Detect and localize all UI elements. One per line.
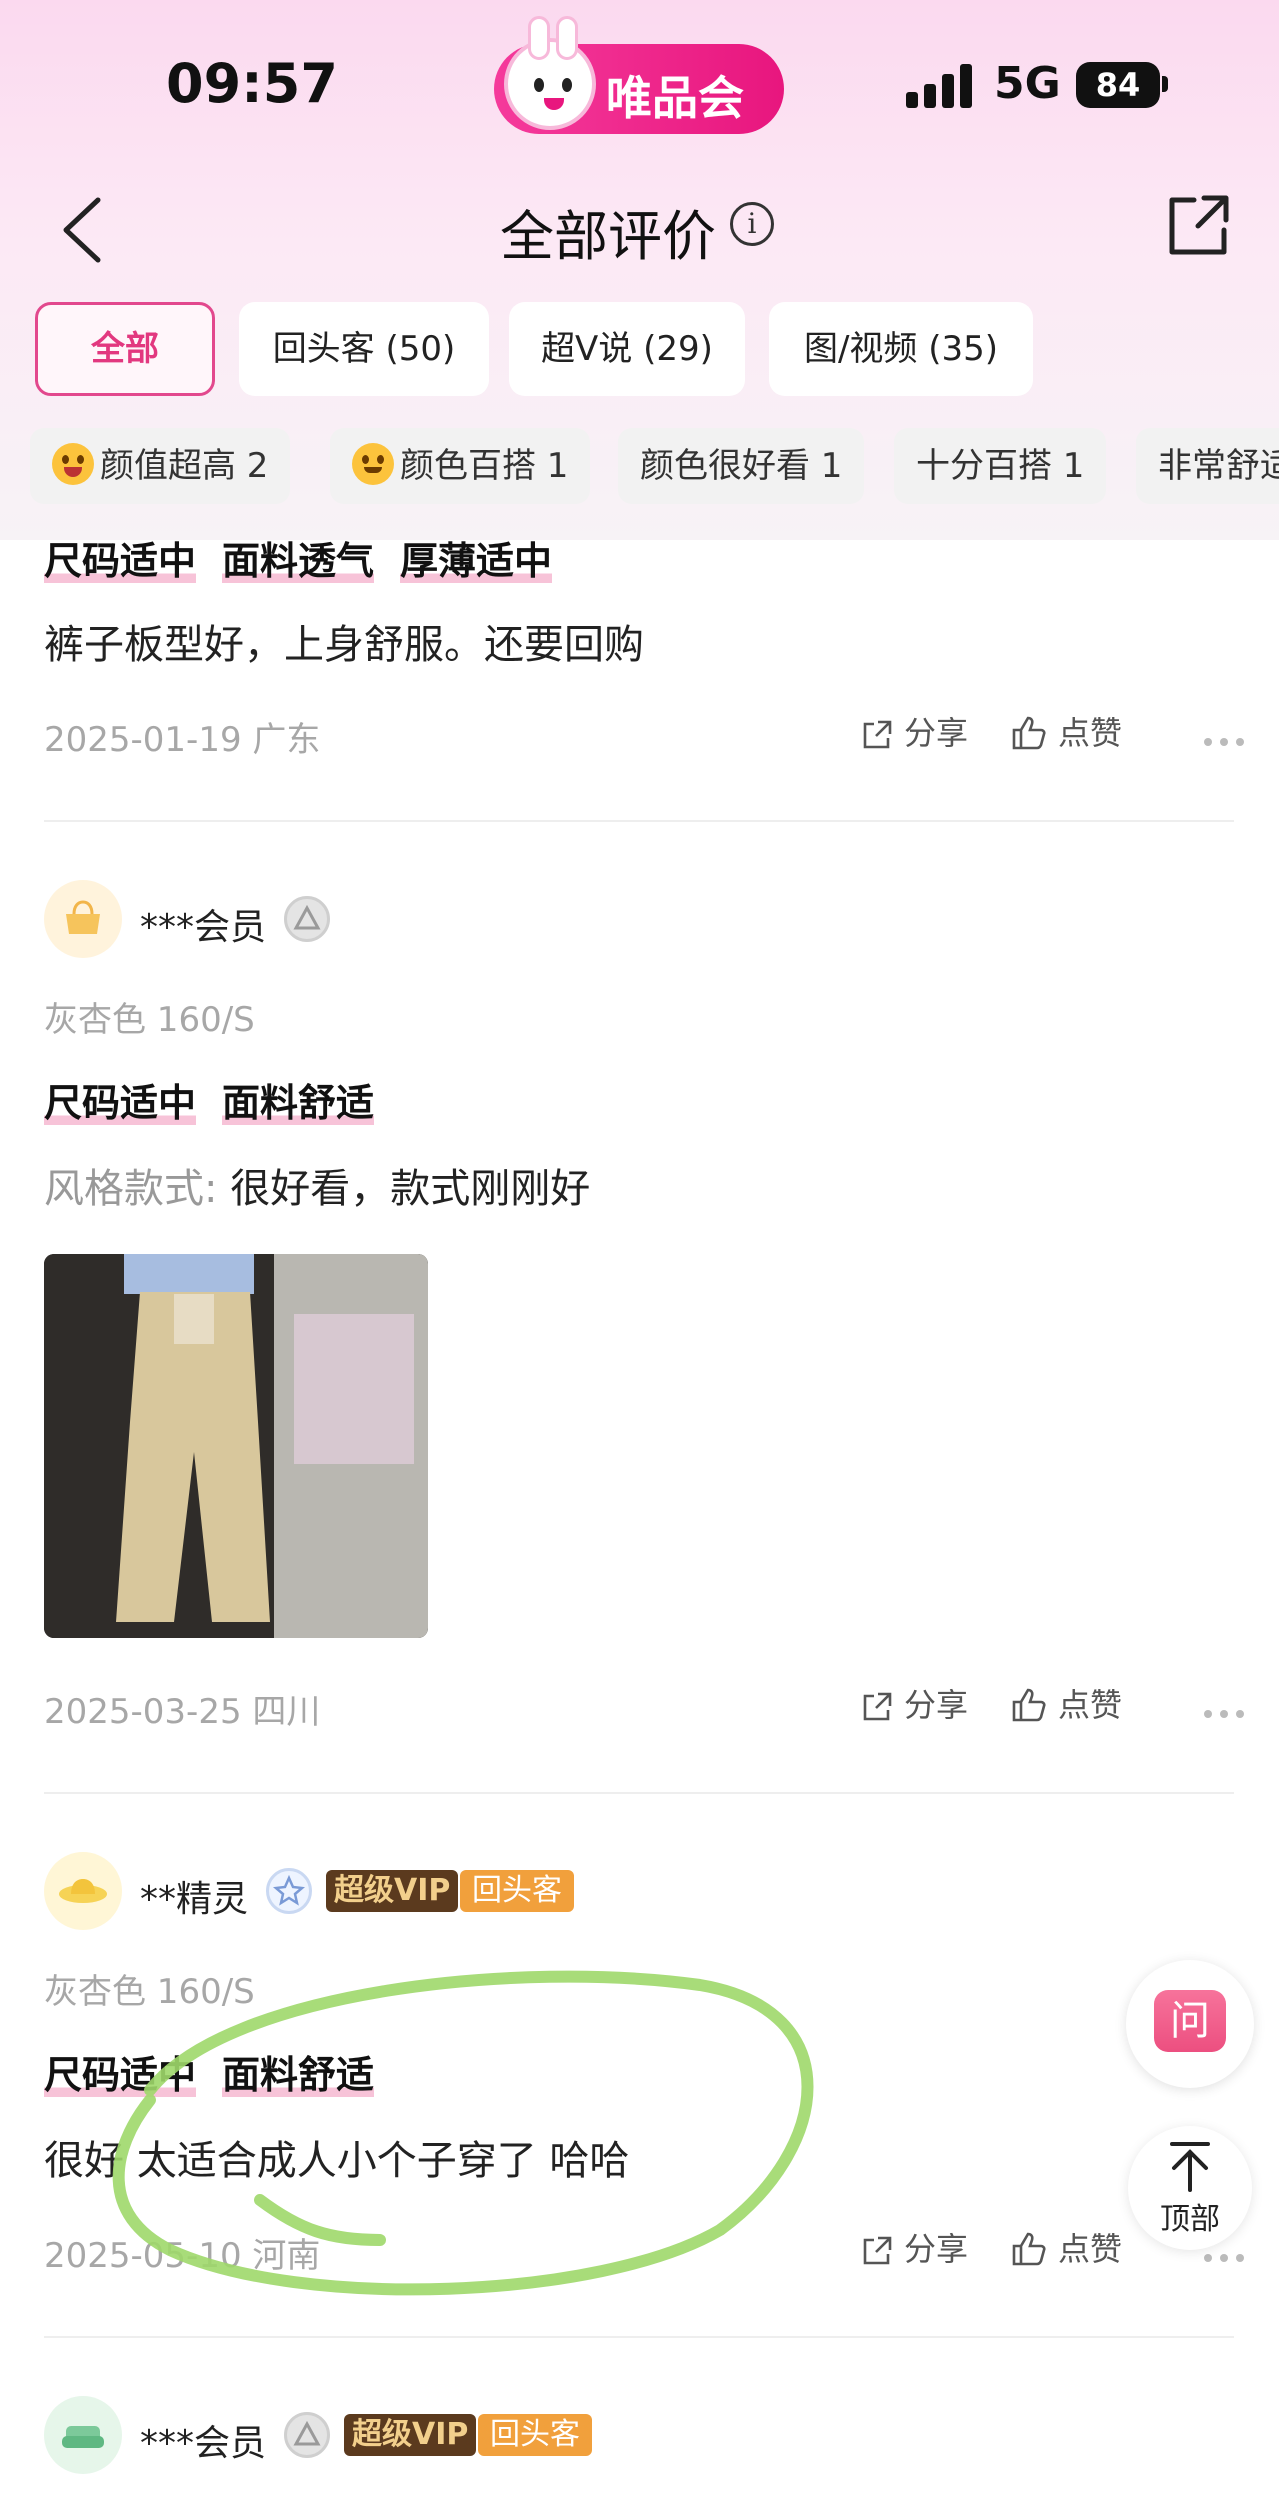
like-label: 点赞 bbox=[1058, 1686, 1123, 1724]
tag-chip[interactable]: 颜值超高 2 bbox=[30, 428, 291, 504]
review-date-location: 2025-03-25 四川 bbox=[44, 1692, 321, 1732]
hat-icon bbox=[59, 1879, 107, 1903]
like-label: 点赞 bbox=[1058, 714, 1123, 752]
battery-icon: 84 bbox=[1076, 62, 1160, 108]
tab-photo-video[interactable]: 图/视频 (35) bbox=[769, 302, 1033, 396]
arrow-up-icon bbox=[1170, 2142, 1210, 2192]
share-label: 分享 bbox=[904, 2230, 969, 2268]
review-tag: 面料舒适 bbox=[222, 1081, 375, 1125]
ask-label: 问 bbox=[1154, 1990, 1226, 2052]
review-spec: 灰杏色 160/S bbox=[44, 1000, 255, 1040]
share-icon bbox=[863, 1692, 892, 1721]
back-button[interactable] bbox=[52, 190, 112, 270]
like-label: 点赞 bbox=[1058, 2230, 1123, 2268]
thumbs-up-icon bbox=[1012, 2232, 1046, 2266]
handbag-icon bbox=[66, 900, 100, 934]
tag-chip[interactable]: 十分百搭 1 bbox=[894, 428, 1107, 504]
top-header: 09:57 唯品会 5G 84 全部评价 i 全部 回头客 (50) 超V说 (… bbox=[0, 0, 1279, 540]
tag-chip[interactable]: 颜色百搭 1 bbox=[330, 428, 591, 504]
review-spec: 灰杏色 160/S bbox=[44, 1972, 255, 2012]
divider bbox=[44, 1792, 1234, 1794]
tab-all[interactable]: 全部 bbox=[35, 302, 215, 396]
share-button[interactable]: 分享 bbox=[860, 708, 968, 758]
tag-chip-row[interactable]: 颜值超高 2 颜色百搭 1 颜色很好看 1 十分百搭 1 非常舒适 bbox=[0, 428, 1279, 508]
member-level-icon bbox=[284, 2412, 330, 2458]
username: ***会员 bbox=[140, 2423, 267, 2464]
username: **精灵 bbox=[140, 1879, 249, 1920]
returning-customer-badge: 回头客 bbox=[478, 2414, 592, 2456]
smile-emoji-icon bbox=[352, 443, 394, 485]
review-text: 很好 太适合成人小个子穿了 哈哈 bbox=[44, 2138, 630, 2184]
returning-customer-badge: 回头客 bbox=[460, 1870, 574, 1912]
battery-tip bbox=[1162, 76, 1168, 92]
share-button[interactable]: 分享 bbox=[860, 2224, 968, 2274]
share-icon bbox=[863, 2236, 892, 2265]
like-button[interactable]: 点赞 bbox=[1010, 1680, 1122, 1730]
avatar[interactable] bbox=[44, 1852, 122, 1930]
page-title: 全部评价 bbox=[500, 205, 716, 268]
review-date-location: 2025-05-10 河南 bbox=[44, 2236, 321, 2276]
brand-name: 唯品会 bbox=[606, 71, 744, 125]
rabbit-mascot-icon bbox=[504, 16, 596, 130]
review-tags: 尺码适中 面料舒适 bbox=[44, 2044, 400, 2099]
laughing-emoji-icon bbox=[52, 443, 94, 485]
review-tag: 面料透气 bbox=[222, 539, 375, 583]
back-to-top-label: 顶部 bbox=[1160, 2202, 1220, 2237]
status-time: 09:57 bbox=[166, 52, 338, 115]
review-tag: 尺码适中 bbox=[44, 1081, 197, 1125]
review-text-prefix: 风格款式: bbox=[44, 1166, 218, 1212]
like-button[interactable]: 点赞 bbox=[1010, 708, 1122, 758]
more-options-button[interactable] bbox=[1204, 732, 1248, 752]
review-tag: 厚薄适中 bbox=[400, 539, 553, 583]
review-tag: 尺码适中 bbox=[44, 2053, 197, 2097]
tag-chip[interactable]: 颜色很好看 1 bbox=[618, 428, 865, 504]
tag-chip[interactable]: 非常舒适 bbox=[1136, 428, 1279, 504]
sofa-icon bbox=[62, 2426, 104, 2448]
share-icon bbox=[1169, 195, 1229, 255]
share-label: 分享 bbox=[904, 1686, 969, 1724]
info-icon[interactable]: i bbox=[730, 202, 774, 246]
review-text-body: 很好看，款式刚刚好 bbox=[230, 1166, 591, 1212]
review-tags: 尺码适中 面料舒适 bbox=[44, 1072, 400, 1127]
username: ***会员 bbox=[140, 907, 267, 948]
divider bbox=[44, 2336, 1234, 2338]
network-type: 5G bbox=[994, 58, 1061, 109]
review-text: 风格款式: 很好看，款式刚刚好 bbox=[44, 1156, 590, 1214]
tag-chip-label: 颜值超高 2 bbox=[100, 446, 269, 486]
tag-chip-label: 颜色百搭 1 bbox=[400, 446, 569, 486]
chevron-left-icon bbox=[63, 197, 101, 263]
tag-chip-label: 十分百搭 1 bbox=[916, 446, 1085, 486]
avatar[interactable] bbox=[44, 880, 122, 958]
vip-badge: 超级VIP bbox=[326, 1870, 459, 1912]
back-to-top-button[interactable]: 顶部 bbox=[1128, 2126, 1252, 2250]
more-options-button[interactable] bbox=[1204, 1704, 1248, 1724]
review-tag: 面料舒适 bbox=[222, 2053, 375, 2097]
avatar[interactable] bbox=[44, 2396, 122, 2474]
review-photo[interactable] bbox=[44, 1254, 428, 1638]
member-level-icon bbox=[266, 1868, 312, 1914]
thumbs-up-icon bbox=[1012, 1688, 1046, 1722]
tab-returning-customers[interactable]: 回头客 (50) bbox=[239, 302, 489, 396]
divider bbox=[44, 820, 1234, 822]
review-tag: 尺码适中 bbox=[44, 539, 197, 583]
review-date-location: 2025-01-19 广东 bbox=[44, 720, 321, 760]
share-label: 分享 bbox=[904, 714, 969, 752]
thumbs-up-icon bbox=[1012, 716, 1046, 750]
vip-badge: 超级VIP bbox=[344, 2414, 477, 2456]
ask-question-button[interactable]: 问 bbox=[1126, 1960, 1254, 2088]
member-level-icon bbox=[284, 896, 330, 942]
like-button[interactable]: 点赞 bbox=[1010, 2224, 1122, 2274]
tag-chip-label: 非常舒适 bbox=[1158, 446, 1279, 486]
share-button[interactable]: 分享 bbox=[860, 1680, 968, 1730]
share-icon bbox=[863, 720, 892, 749]
review-text: 裤子板型好，上身舒服。还要回购 bbox=[44, 622, 644, 668]
tag-chip-label: 颜色很好看 1 bbox=[640, 446, 843, 486]
tab-super-v[interactable]: 超V说 (29) bbox=[509, 302, 745, 396]
signal-icon bbox=[906, 64, 972, 108]
share-page-button[interactable] bbox=[1164, 190, 1234, 260]
reviews-page: 尺码适中 面料透气 厚薄适中 裤子板型好，上身舒服。还要回购 2025-01-19 … bbox=[0, 0, 1279, 2497]
more-options-button[interactable] bbox=[1204, 2248, 1248, 2268]
brand-logo: 唯品会 bbox=[494, 16, 784, 134]
